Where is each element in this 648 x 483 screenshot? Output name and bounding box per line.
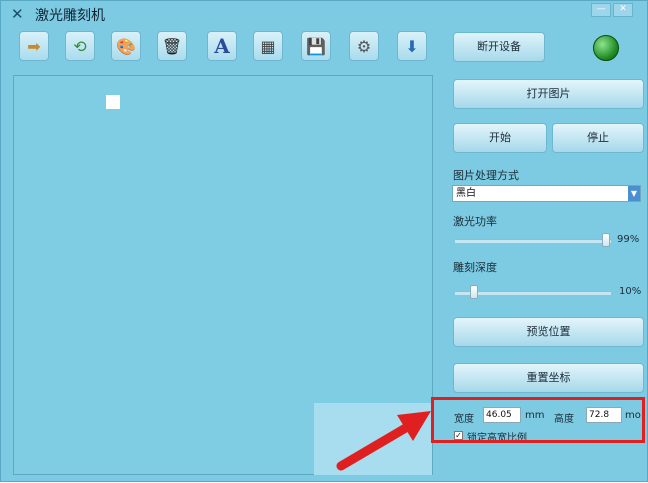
app-window: ✕ 激光雕刻机 — ✕ ➡ ⟲ 🎨 🗑 A ▦ 💾 ⚙ ⬇ 断开设备 打开图片 …: [0, 0, 648, 482]
annotation-arrow-icon: [336, 411, 431, 471]
